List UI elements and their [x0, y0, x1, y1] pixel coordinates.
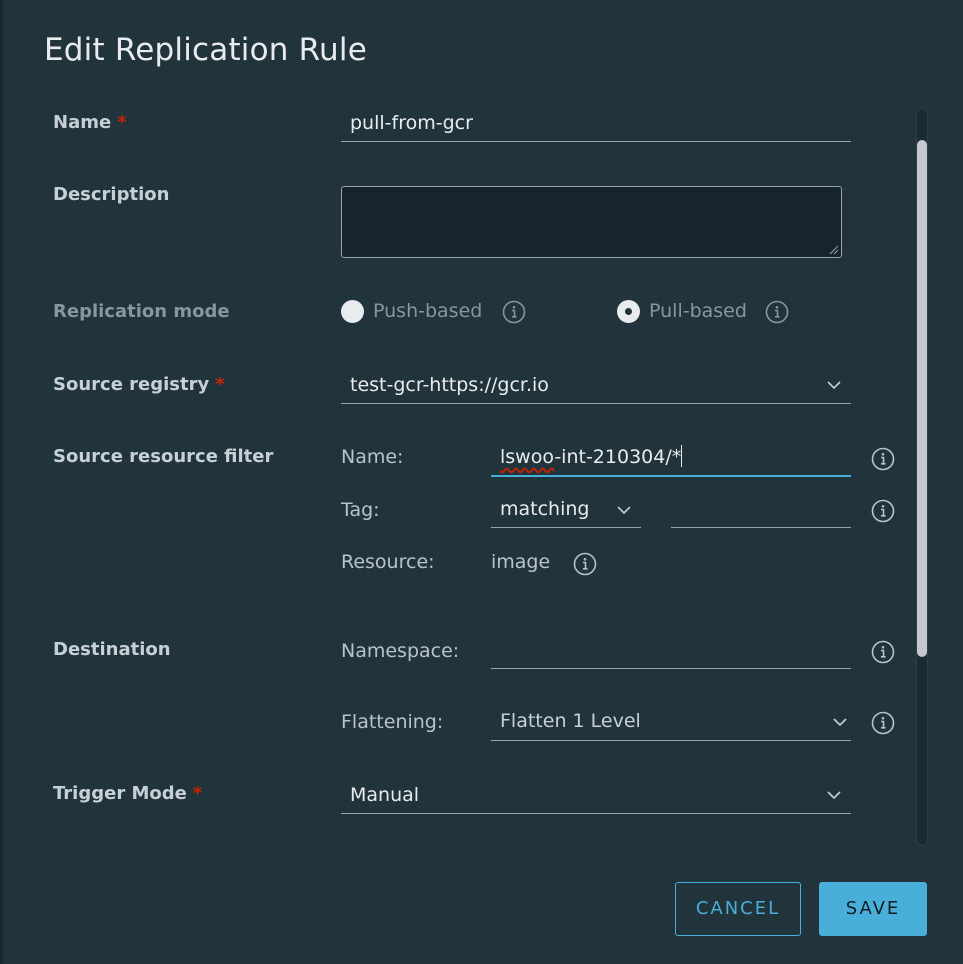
info-icon[interactable]: [765, 300, 789, 324]
chevron-down-icon: [617, 506, 631, 515]
name-input[interactable]: pull-from-gcr: [341, 108, 851, 142]
flattening-label: Flattening:: [341, 711, 444, 733]
info-icon[interactable]: [871, 640, 895, 664]
required-marker: *: [215, 374, 225, 395]
chevron-down-icon: [827, 381, 841, 390]
filter-name-label: Name:: [341, 446, 404, 468]
info-icon[interactable]: [871, 499, 895, 523]
filter-resource-label: Resource:: [341, 551, 435, 573]
source-registry-label: Source registry *: [53, 374, 225, 395]
description-label: Description: [53, 184, 170, 205]
filter-tag-label: Tag:: [341, 499, 380, 521]
destination-label: Destination: [53, 639, 171, 660]
push-based-label: Push-based: [373, 300, 483, 322]
push-based-radio[interactable]: [341, 300, 364, 323]
namespace-input[interactable]: [491, 634, 851, 669]
pull-based-radio[interactable]: [617, 300, 640, 323]
chevron-down-icon: [827, 791, 841, 800]
resize-grip-icon[interactable]: [829, 245, 839, 255]
tag-value-input[interactable]: [671, 494, 851, 528]
filter-name-input[interactable]: lswoo-int-210304/*: [491, 442, 851, 477]
required-marker: *: [192, 783, 203, 804]
namespace-label: Namespace:: [341, 640, 460, 662]
source-registry-select[interactable]: test-gcr-https://gcr.io: [341, 370, 851, 404]
scrollbar-thumb[interactable]: [917, 140, 927, 657]
save-button[interactable]: SAVE: [819, 882, 927, 936]
info-icon[interactable]: [573, 552, 597, 576]
trigger-mode-label: Trigger Mode *: [53, 783, 203, 804]
description-textarea[interactable]: [341, 186, 842, 258]
flattening-select[interactable]: Flatten 1 Level: [491, 706, 851, 741]
cancel-button[interactable]: CANCEL: [675, 882, 801, 936]
trigger-mode-select[interactable]: Manual: [341, 780, 851, 814]
required-marker: *: [117, 112, 127, 133]
pull-based-label: Pull-based: [649, 300, 747, 322]
info-icon[interactable]: [502, 300, 526, 324]
dialog-title: Edit Replication Rule: [44, 32, 367, 68]
resource-value: image: [491, 551, 551, 573]
source-resource-filter-label: Source resource filter: [53, 446, 274, 467]
edit-replication-rule-dialog: Edit Replication Rule Name * pull-from-gc…: [3, 0, 963, 964]
name-label: Name *: [53, 112, 127, 133]
info-icon[interactable]: [871, 711, 895, 735]
info-icon[interactable]: [871, 447, 895, 471]
chevron-down-icon: [833, 718, 847, 727]
replication-mode-label: Replication mode: [53, 301, 230, 322]
